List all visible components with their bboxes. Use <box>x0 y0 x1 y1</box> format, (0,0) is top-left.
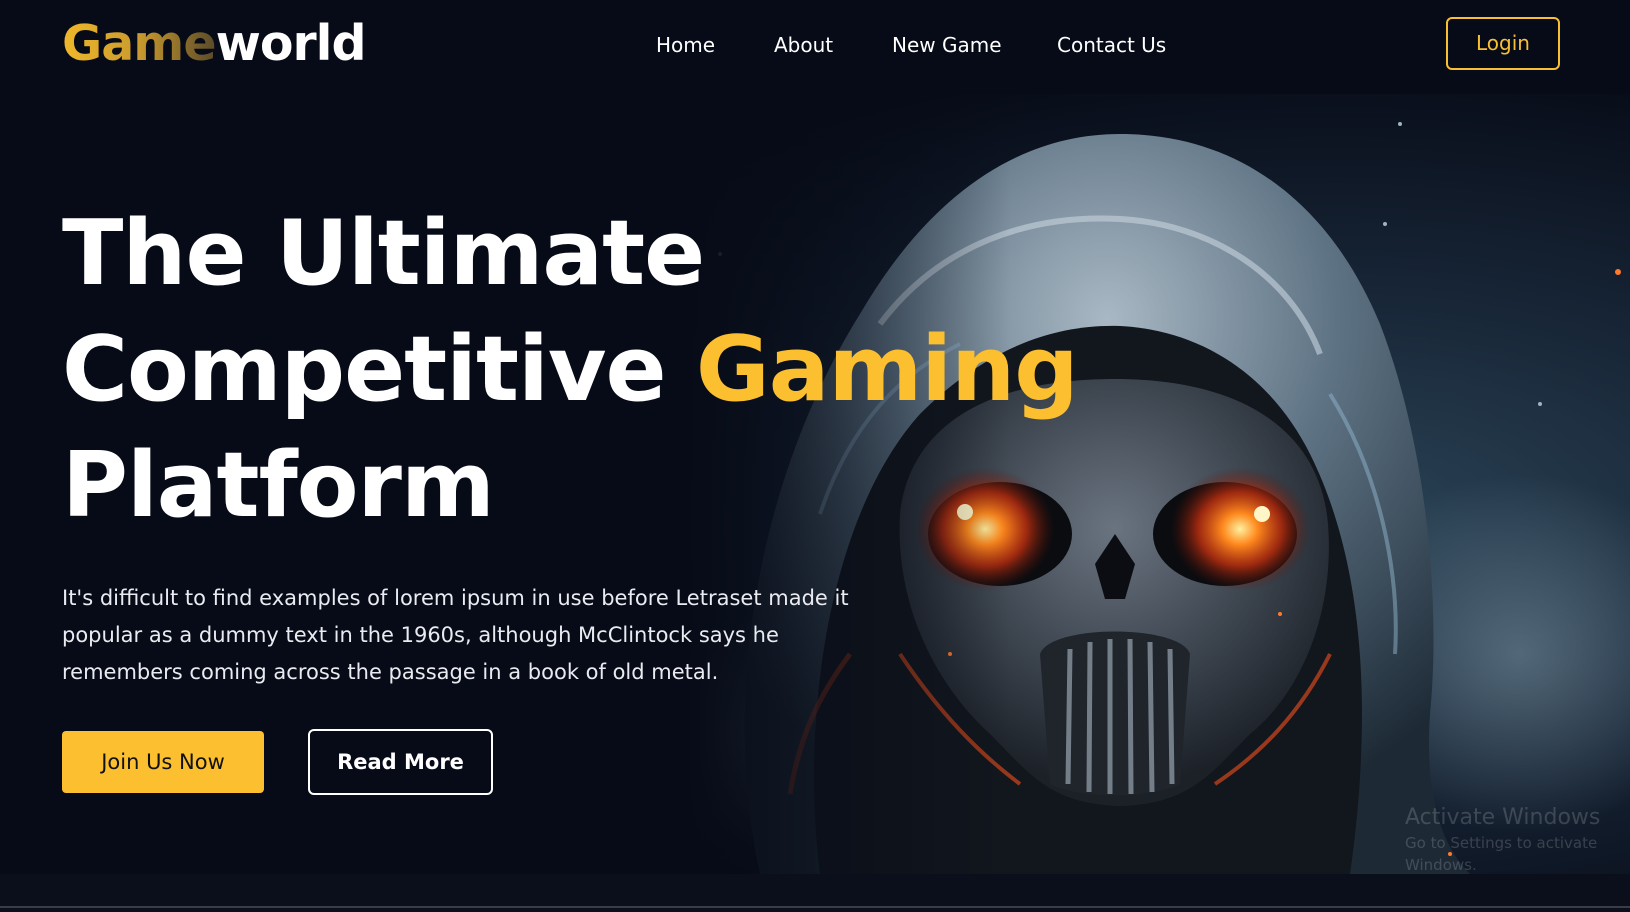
hero-title-highlight: Gaming <box>695 317 1079 422</box>
hero-title-line-1: The Ultimate <box>62 201 705 306</box>
page: Gameworld Home About New Game Contact Us… <box>0 0 1630 912</box>
hero-description: It's difficult to find examples of lorem… <box>62 586 849 684</box>
hero-title-line-2a: Competitive <box>62 317 696 422</box>
nav-link-contact-us[interactable]: Contact Us <box>1057 30 1166 60</box>
login-button[interactable]: Login <box>1446 17 1560 70</box>
divider-line <box>0 906 1630 908</box>
join-us-now-button[interactable]: Join Us Now <box>62 731 264 793</box>
nav-link-new-game[interactable]: New Game <box>892 30 1002 60</box>
nav-link-home[interactable]: Home <box>656 30 715 60</box>
activate-windows-watermark: Activate Windows Go to Settings to activ… <box>1405 804 1630 874</box>
hero-title-line-3: Platform <box>62 433 495 538</box>
watermark-title: Activate Windows <box>1405 805 1601 830</box>
hero-section: The Ultimate Competitive Gaming Platform… <box>0 94 1630 874</box>
read-more-button[interactable]: Read More <box>308 729 493 795</box>
watermark-subtitle: Go to Settings to activate Windows. <box>1405 834 1598 874</box>
nav-link-about[interactable]: About <box>774 30 833 60</box>
hero-title: The Ultimate Competitive Gaming Platform <box>62 196 1079 544</box>
main-nav: Home About New Game Contact Us <box>0 30 1630 60</box>
navbar: Gameworld Home About New Game Contact Us… <box>0 0 1630 94</box>
